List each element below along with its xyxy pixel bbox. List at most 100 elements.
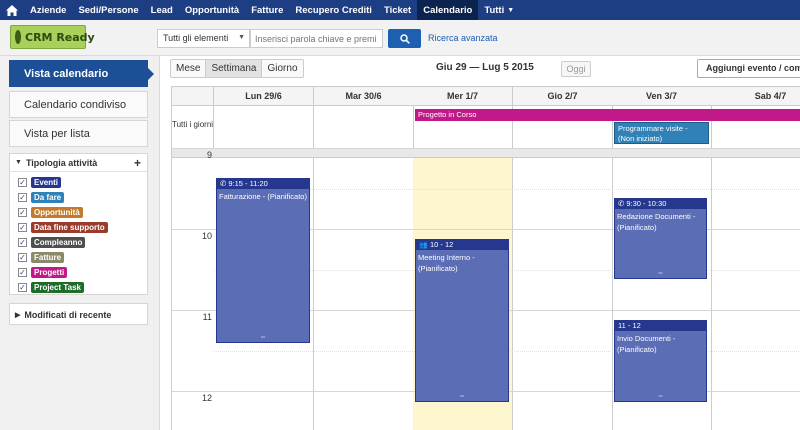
category-label: Compleanno [31, 237, 86, 248]
day-header[interactable]: Mer 1/7 [413, 87, 513, 106]
nav-calendario[interactable]: Calendario [417, 0, 479, 20]
category-row[interactable]: ✓ Da fare [10, 190, 147, 205]
day-column[interactable] [314, 158, 414, 430]
search-input[interactable] [250, 29, 383, 48]
triangle-right-icon: ▶ [15, 312, 21, 319]
nav-sedi-persone[interactable]: Sedi/Persone [72, 0, 144, 20]
category-checkbox[interactable]: ✓ [18, 223, 27, 232]
category-label: Opportunità [31, 207, 83, 218]
resize-handle-icon[interactable]: ═ [615, 394, 706, 400]
view-day-button[interactable]: Giorno [262, 60, 302, 77]
allday-cell[interactable] [314, 106, 414, 148]
calendar-event[interactable]: ✆ 9:30 - 10:30 Redazione Documenti - (Pia… [614, 198, 707, 279]
nav-tutti-label: Tutti [484, 4, 505, 16]
category-row[interactable]: ✓ Eventi [10, 175, 147, 190]
view-month-button[interactable]: Mese [171, 60, 207, 77]
sidebar-shared-calendar[interactable]: Calendario condiviso [9, 91, 148, 118]
category-checkbox[interactable]: ✓ [18, 238, 27, 247]
event-title: Invio Documenti - (Pianificato) [617, 334, 676, 354]
calendar-main: Mese Settimana Giorno Giu 29 — Lug 5 201… [160, 56, 800, 430]
category-label: Eventi [31, 177, 62, 188]
category-row[interactable]: ✓ Project Task [10, 280, 147, 295]
resize-handle-icon[interactable]: ═ [615, 271, 706, 277]
nav-lead[interactable]: Lead [145, 0, 179, 20]
search-icon [399, 33, 410, 44]
allday-cell[interactable] [214, 106, 314, 148]
event-title: Fatturazione - (Pianificato) [219, 192, 307, 201]
day-header[interactable]: Lun 29/6 [214, 87, 314, 106]
sidebar-calendar-view[interactable]: Vista calendario [9, 60, 154, 87]
nav-recupero-crediti[interactable]: Recupero Crediti [289, 0, 378, 20]
recent-header[interactable]: ▶ Modificati di recente [10, 304, 147, 326]
category-checkbox[interactable]: ✓ [18, 178, 27, 187]
day-header[interactable]: Ven 3/7 [612, 87, 712, 106]
category-checkbox[interactable]: ✓ [18, 283, 27, 292]
category-label: Fatture [31, 252, 65, 263]
add-icon[interactable]: + [134, 156, 141, 170]
view-switcher: Mese Settimana Giorno [170, 59, 304, 78]
activity-types-panel: ▼ Tipologia attività + ✓ Eventi ✓ Da fare ✓ O… [9, 153, 148, 295]
subheader: CRM Ready Tutti gli elementi ▼ Ricerca a… [0, 20, 800, 56]
calendar-event[interactable]: 👥 10 - 12 Meeting Interno - (Pianificato)… [415, 239, 509, 402]
event-time-text: 11 - 12 [618, 321, 641, 330]
home-icon[interactable] [0, 0, 24, 20]
recent-panel: ▶ Modificati di recente [9, 303, 148, 325]
category-checkbox[interactable]: ✓ [18, 208, 27, 217]
hour-label: 10 [201, 231, 212, 241]
nav-ticket[interactable]: Ticket [378, 0, 417, 20]
nav-tutti[interactable]: Tutti ▼ [478, 0, 520, 20]
event-time-text: 10 - 12 [429, 240, 454, 249]
today-button[interactable]: Oggi [561, 61, 591, 77]
event-time: ✆ 9:15 - 11:20 [217, 179, 309, 189]
add-event-button[interactable]: Aggiungi evento / compito [697, 59, 800, 78]
corner-cell [172, 87, 214, 106]
calendar-event[interactable]: 11 - 12 Invio Documenti - (Pianificato) ═ [614, 320, 707, 402]
nav-fatture[interactable]: Fatture [245, 0, 289, 20]
logo-text: CRM Ready [25, 30, 95, 44]
sidebar-list-view[interactable]: Vista per lista [9, 120, 148, 147]
search-button[interactable] [388, 29, 421, 48]
day-header[interactable]: Mar 30/6 [314, 87, 414, 106]
nav-opportunita[interactable]: Opportunità [179, 0, 245, 20]
day-column[interactable] [513, 158, 613, 430]
event-time: 👥 10 - 12 [416, 240, 508, 250]
category-checkbox[interactable]: ✓ [18, 253, 27, 262]
allday-event[interactable]: Progetto in Corso [415, 109, 800, 121]
filter-select[interactable]: Tutti gli elementi ▼ [157, 29, 250, 48]
calendar-event[interactable]: ✆ 9:15 - 11:20 Fatturazione - (Pianificat… [216, 178, 310, 343]
hour-label: 9 [206, 150, 212, 160]
view-week-button[interactable]: Settimana [206, 60, 263, 77]
recent-title: Modificati di recente [24, 310, 112, 320]
filter-select-value: Tutti gli elementi [163, 33, 229, 43]
advanced-search-link[interactable]: Ricerca avanzata [428, 33, 498, 43]
event-title: Redazione Documenti - (Pianificato) [617, 212, 696, 232]
nav-aziende[interactable]: Aziende [24, 0, 72, 20]
event-time-text: 9:30 - 10:30 [626, 199, 667, 208]
top-navigation: Aziende Sedi/Persone Lead Opportunità Fa… [0, 0, 800, 20]
category-row[interactable]: ✓ Fatture [10, 250, 147, 265]
resize-handle-icon[interactable]: ═ [416, 394, 508, 400]
category-row[interactable]: ✓ Opportunità [10, 205, 147, 220]
allday-divider [172, 148, 800, 158]
allday-event[interactable]: Programmare visite - (Non iniziato) [614, 122, 709, 144]
day-header[interactable]: Sab 4/7 [711, 87, 800, 106]
allday-label: Tutti i giorni [172, 106, 214, 148]
event-time-text: 9:15 - 11:20 [228, 179, 268, 188]
week-grid: Tutti i giorni Lun 29/6 Mar 30/6 Mer 1/7 Gi… [171, 86, 800, 430]
event-time: 11 - 12 [615, 321, 706, 331]
category-row[interactable]: ✓ Compleanno [10, 235, 147, 250]
logo[interactable]: CRM Ready [10, 25, 95, 49]
hour-line [172, 148, 800, 149]
resize-handle-icon[interactable]: ═ [217, 335, 309, 341]
day-header[interactable]: Gio 2/7 [513, 87, 613, 106]
day-column[interactable] [711, 158, 800, 430]
hour-label: 12 [201, 393, 212, 403]
category-row[interactable]: ✓ Data fine supporto [10, 220, 147, 235]
activity-types-header[interactable]: ▼ Tipologia attività + [10, 154, 147, 172]
date-range-title: Giu 29 — Lug 5 2015 [436, 62, 534, 73]
gear-icon [15, 30, 21, 44]
category-row[interactable]: ✓ Progetti [10, 265, 147, 280]
activity-types-title: Tipologia attività [25, 157, 98, 168]
category-checkbox[interactable]: ✓ [18, 193, 27, 202]
category-checkbox[interactable]: ✓ [18, 268, 27, 277]
